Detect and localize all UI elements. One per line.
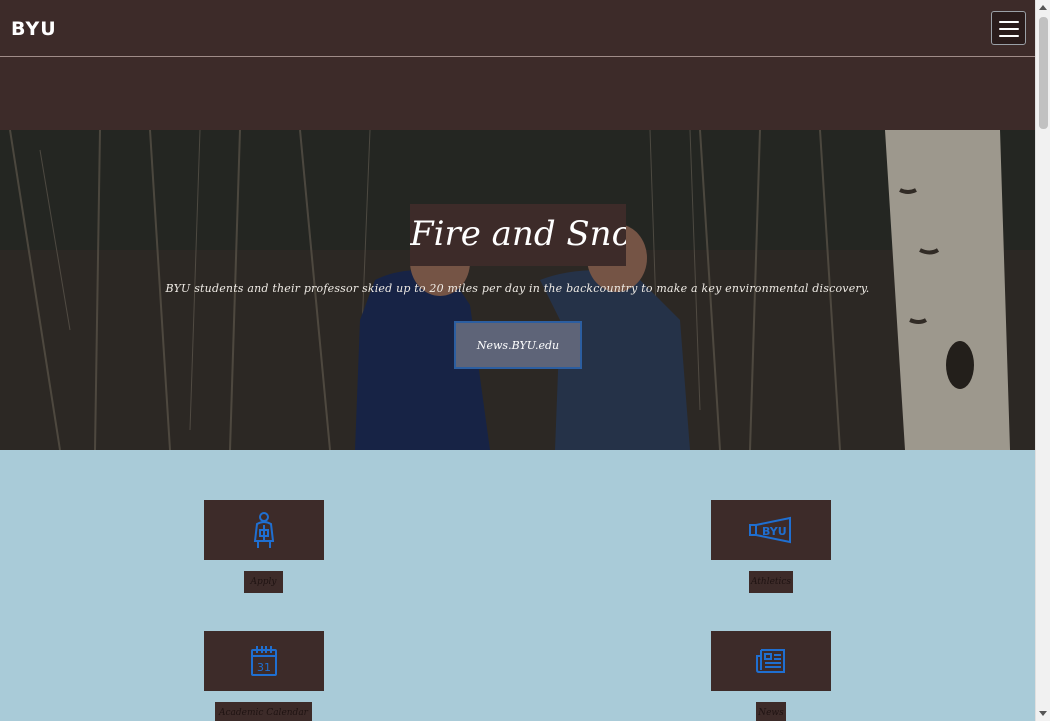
menu-line xyxy=(999,35,1019,37)
vertical-scrollbar[interactable] xyxy=(1035,0,1050,721)
menu-line xyxy=(999,28,1019,30)
scroll-thumb[interactable] xyxy=(1039,17,1048,129)
hero-subtitle: BYU students and their professor skied u… xyxy=(165,282,870,295)
menu-line xyxy=(999,21,1019,23)
graduate-icon xyxy=(253,512,275,548)
scroll-up-arrow-icon[interactable] xyxy=(1039,5,1047,10)
byu-megaphone-icon: BYU xyxy=(749,516,791,544)
calendar-icon: 31 xyxy=(251,646,277,676)
hero-banner: Fire and Snow BYU students and their pro… xyxy=(0,130,1035,450)
apply-link[interactable]: Apply xyxy=(244,571,283,593)
athletics-tile[interactable]: BYU xyxy=(711,500,831,560)
newspaper-icon xyxy=(756,649,785,673)
megaphone-text: BYU xyxy=(762,525,787,538)
hero-title-box: Fire and Snow xyxy=(410,204,626,266)
header-band xyxy=(0,57,1035,130)
academic-calendar-link[interactable]: Academic Calendar xyxy=(215,702,312,721)
academic-calendar-tile[interactable]: 31 xyxy=(204,631,324,691)
hero-title: Fire and Snow xyxy=(410,214,626,254)
news-link[interactable]: News xyxy=(756,702,786,721)
news-tile[interactable] xyxy=(711,631,831,691)
calendar-day: 31 xyxy=(257,661,271,674)
athletics-link[interactable]: Athletics xyxy=(749,571,793,593)
top-navbar: BYU xyxy=(0,0,1035,57)
scroll-down-arrow-icon[interactable] xyxy=(1039,711,1047,716)
news-link-button[interactable]: News.BYU.edu xyxy=(454,321,582,369)
byu-logo[interactable]: BYU xyxy=(11,18,57,40)
apply-tile[interactable] xyxy=(204,500,324,560)
hamburger-menu-button[interactable] xyxy=(991,11,1026,45)
